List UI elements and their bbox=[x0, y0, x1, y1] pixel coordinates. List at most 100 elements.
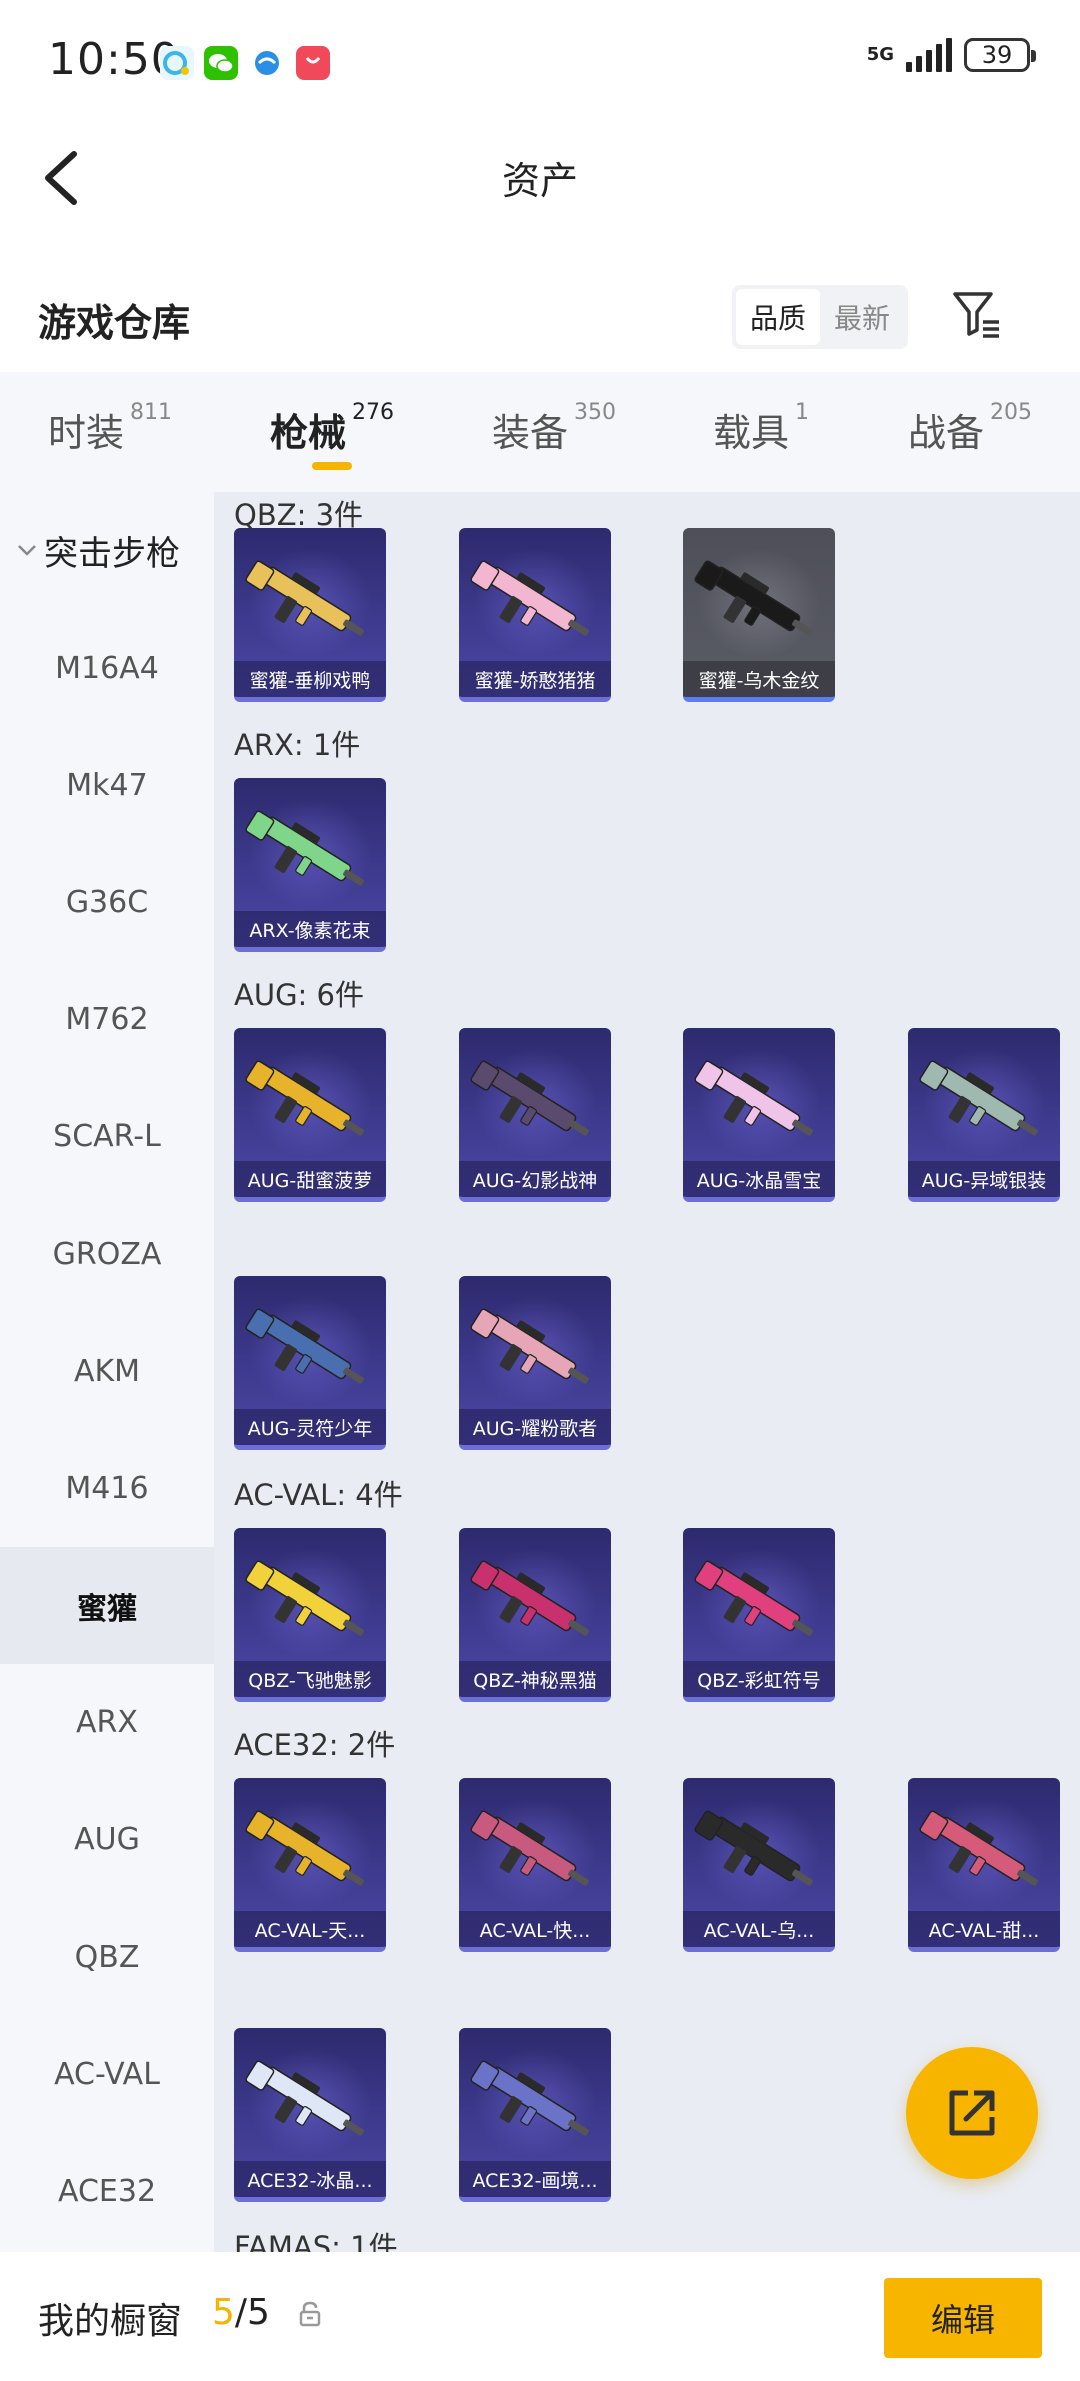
weapon-card-name: AUG-异域银装 bbox=[908, 1161, 1060, 1197]
weapon-card[interactable]: QBZ-飞驰魅影 bbox=[234, 1528, 386, 1702]
sidebar-item[interactable]: M762 bbox=[0, 961, 214, 1078]
rifle-icon bbox=[245, 2060, 364, 2136]
rifle-icon bbox=[245, 560, 364, 636]
tab-label: 枪械 bbox=[270, 411, 347, 455]
sidebar-item[interactable]: GROZA bbox=[0, 1196, 214, 1313]
sidebar-item[interactable]: M416 bbox=[0, 1430, 214, 1547]
tab-vehicles[interactable]: 载具 1 bbox=[713, 400, 810, 457]
tab-label: 战备 bbox=[908, 411, 985, 455]
weapon-card-name: 蜜獾-乌木金纹 bbox=[683, 661, 835, 697]
weapon-card-name: AUG-灵符少年 bbox=[234, 1409, 386, 1445]
weapon-card[interactable]: 蜜獾-垂柳戏鸭 bbox=[234, 528, 386, 702]
showcase-count-total: /5 bbox=[234, 2292, 270, 2333]
tab-firearms[interactable]: 枪械 276 bbox=[270, 400, 395, 457]
share-icon bbox=[949, 2090, 995, 2136]
network-label: 5G bbox=[866, 44, 894, 65]
weapon-card-name: AC-VAL-快... bbox=[459, 1911, 611, 1947]
weapon-card[interactable]: QBZ-彩虹符号 bbox=[683, 1528, 835, 1702]
asset-page: 10:50 5G 39 资产 游戏仓库 品质 最新 时装 811 枪械 276 … bbox=[0, 0, 1080, 2381]
sidebar-item[interactable]: AC-VAL bbox=[0, 2016, 214, 2133]
rifle-icon bbox=[245, 1308, 364, 1384]
showcase-bar: 我的橱窗 5/5 编辑 bbox=[0, 2252, 1080, 2381]
tab-supplies[interactable]: 战备 205 bbox=[908, 400, 1033, 457]
weapon-card[interactable]: AC-VAL-甜... bbox=[908, 1778, 1060, 1952]
weapon-card[interactable]: AC-VAL-乌... bbox=[683, 1778, 835, 1952]
weapon-card[interactable]: AUG-异域银装 bbox=[908, 1028, 1060, 1202]
tab-equipment[interactable]: 装备 350 bbox=[492, 400, 617, 457]
weapon-card[interactable]: AUG-耀粉歌者 bbox=[459, 1276, 611, 1450]
lock-icon bbox=[299, 2301, 321, 2327]
weapon-card[interactable]: 蜜獾-乌木金纹 bbox=[683, 528, 835, 702]
showcase-label: 我的橱窗 bbox=[38, 2301, 183, 2342]
weapon-card[interactable]: ACE32-冰晶... bbox=[234, 2028, 386, 2202]
group-label: AUG: 6件 bbox=[234, 978, 364, 1012]
weapon-card-name: AC-VAL-天... bbox=[234, 1911, 386, 1947]
tab-fashion[interactable]: 时装 811 bbox=[48, 400, 172, 457]
warehouse-row: 游戏仓库 品质 最新 bbox=[0, 268, 1080, 368]
sidebar-item[interactable]: AKM bbox=[0, 1313, 214, 1430]
status-bar: 10:50 5G 39 bbox=[0, 0, 1080, 124]
weapon-card[interactable]: AC-VAL-快... bbox=[459, 1778, 611, 1952]
weapon-card-name: AUG-甜蜜菠萝 bbox=[234, 1161, 386, 1197]
sort-option-newest[interactable]: 最新 bbox=[820, 289, 904, 345]
rifle-icon bbox=[919, 1060, 1038, 1136]
battery-level: 39 bbox=[981, 41, 1013, 69]
weapon-card[interactable]: AUG-甜蜜菠萝 bbox=[234, 1028, 386, 1202]
tab-label: 时装 bbox=[48, 411, 125, 455]
tab-count: 1 bbox=[795, 400, 810, 425]
weapon-card-name: QBZ-飞驰魅影 bbox=[234, 1661, 386, 1697]
filter-icon bbox=[953, 292, 999, 338]
sidebar-item[interactable]: QBZ bbox=[0, 1899, 214, 2016]
share-button[interactable] bbox=[906, 2047, 1038, 2179]
sidebar-group-assault-rifle[interactable]: 突击步枪 bbox=[0, 524, 214, 576]
weapon-card-name: ACE32-画境... bbox=[459, 2161, 611, 2197]
weapon-card-name: 蜜獾-垂柳戏鸭 bbox=[234, 661, 386, 697]
weapon-card[interactable]: QBZ-神秘黑猫 bbox=[459, 1528, 611, 1702]
weapon-card-name: ACE32-冰晶... bbox=[234, 2161, 386, 2197]
filter-button[interactable] bbox=[945, 282, 1009, 346]
qq-icon bbox=[250, 46, 284, 80]
weapon-card-name: 蜜獾-娇憨猪猪 bbox=[459, 661, 611, 697]
weapon-grid: 蜜獾-垂柳戏鸭 蜜獾-娇憨猪猪 蜜獾-乌木金纹 ARX: 1件 ARX-像素花束 AUG:… bbox=[214, 492, 1080, 2252]
weapon-card[interactable]: ARX-像素花束 bbox=[234, 778, 386, 952]
rifle-icon bbox=[919, 1810, 1038, 1886]
rifle-icon bbox=[245, 1810, 364, 1886]
weapon-card[interactable]: AC-VAL-天... bbox=[234, 1778, 386, 1952]
tab-count: 276 bbox=[352, 400, 395, 425]
sidebar-item[interactable]: ACE32 bbox=[0, 2133, 214, 2250]
group-label: ARX: 1件 bbox=[234, 728, 361, 762]
sidebar-item[interactable]: Mk47 bbox=[0, 727, 214, 844]
weapon-card-name: AUG-幻影战神 bbox=[459, 1161, 611, 1197]
tab-count: 205 bbox=[990, 400, 1033, 425]
weapon-card[interactable]: AUG-冰晶雪宝 bbox=[683, 1028, 835, 1202]
weapon-card[interactable]: AUG-灵符少年 bbox=[234, 1276, 386, 1450]
sidebar-item[interactable]: SCAR-L bbox=[0, 1078, 214, 1195]
status-indicators: 5G 39 bbox=[866, 38, 1036, 72]
weapon-card[interactable]: 蜜獾-娇憨猪猪 bbox=[459, 528, 611, 702]
weapon-card[interactable]: AUG-幻影战神 bbox=[459, 1028, 611, 1202]
rifle-icon bbox=[694, 1810, 813, 1886]
weapon-card-name: QBZ-神秘黑猫 bbox=[459, 1661, 611, 1697]
sidebar-item[interactable]: ARX bbox=[0, 1664, 214, 1781]
group-label: FAMAS: 1件 bbox=[234, 2230, 398, 2252]
sidebar-item[interactable]: 蜜獾 bbox=[0, 1547, 214, 1664]
rifle-icon bbox=[245, 810, 364, 886]
sidebar-item[interactable]: M16A4 bbox=[0, 610, 214, 727]
shopping-bag-icon bbox=[296, 46, 330, 80]
weapon-type-sidebar: 突击步枪 M16A4 Mk47 G36C M762 SCAR-L GROZA AKM M416… bbox=[0, 492, 214, 2252]
tab-count: 350 bbox=[574, 400, 617, 425]
tab-label: 载具 bbox=[713, 411, 790, 455]
sort-option-quality[interactable]: 品质 bbox=[736, 289, 820, 345]
sidebar-group-label: 突击步枪 bbox=[44, 533, 180, 574]
active-tab-indicator bbox=[312, 462, 352, 470]
weapon-card-name: AUG-耀粉歌者 bbox=[459, 1409, 611, 1445]
group-label: ACE32: 2件 bbox=[234, 1728, 396, 1762]
sidebar-item[interactable]: G36C bbox=[0, 844, 214, 961]
weapon-card[interactable]: ACE32-画境... bbox=[459, 2028, 611, 2202]
edit-button[interactable]: 编辑 bbox=[884, 2278, 1042, 2358]
battery-icon: 39 bbox=[964, 38, 1036, 72]
group-label: QBZ: 3件 bbox=[234, 498, 364, 532]
category-tabs: 时装 811 枪械 276 装备 350 载具 1 战备 205 bbox=[0, 372, 1080, 492]
group-label: AC-VAL: 4件 bbox=[234, 1478, 403, 1512]
sidebar-item[interactable]: AUG bbox=[0, 1781, 214, 1898]
